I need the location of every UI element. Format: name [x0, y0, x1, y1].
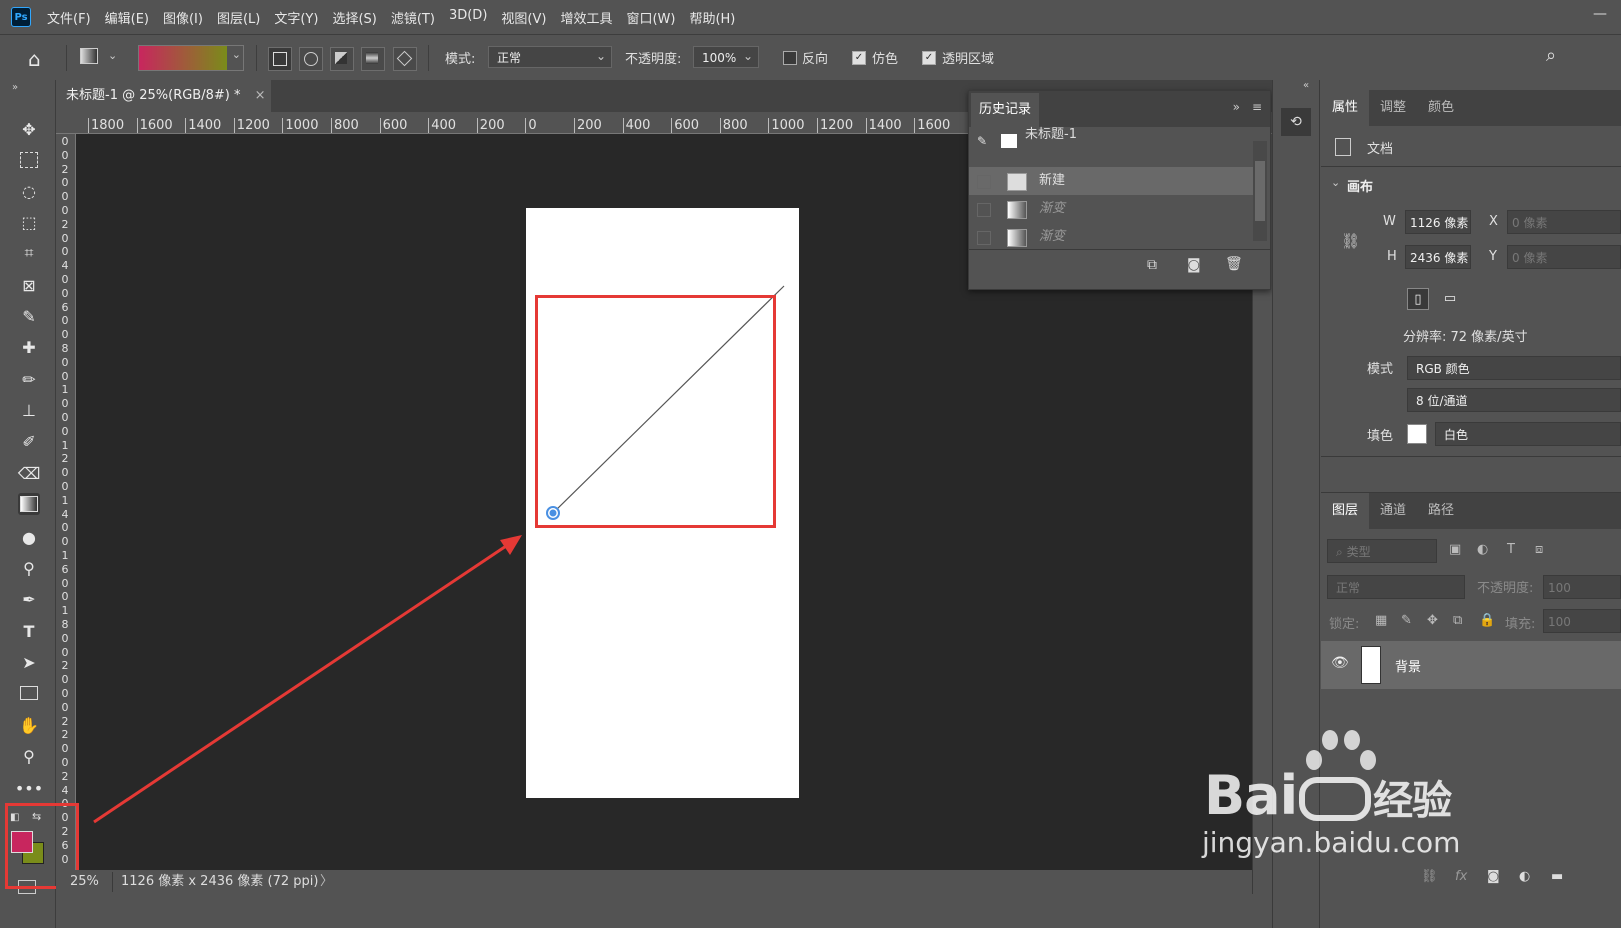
gradient-state-icon	[1007, 229, 1027, 247]
layers-tab-bar: 图层 通道 路径	[1321, 493, 1621, 529]
properties-panel: 属性 调整 颜色 文档 ⌄ 画布 W 1126 像素 X 0 像素 ⛓ H 24…	[1321, 80, 1621, 492]
fill-label: 填充:	[1505, 617, 1536, 632]
fill-select[interactable]: 白色	[1435, 422, 1621, 446]
height-field[interactable]: 2436 像素	[1405, 245, 1471, 269]
bit-depth-select[interactable]: 8 位/通道	[1407, 388, 1621, 412]
history-state-label: 新建	[1039, 173, 1066, 188]
lock-artboard-icon[interactable]: ⧉	[1453, 613, 1462, 628]
status-bar: 25% 1126 像素 x 2436 像素 (72 ppi) 〉	[56, 870, 1252, 894]
annotation-arrow	[93, 540, 513, 824]
gradient-state-icon	[1007, 201, 1027, 219]
history-panel-icon[interactable]: ⟲	[1281, 108, 1311, 136]
portrait-orientation-icon[interactable]: ▯	[1407, 288, 1429, 310]
layer-filter-placeholder: 类型	[1346, 545, 1371, 559]
fill-swatch[interactable]	[1407, 424, 1427, 444]
link-layers-icon[interactable]: ⛓	[1421, 869, 1438, 884]
annotation-arrow-head	[500, 535, 522, 555]
watermark-brand-left: Bai	[1204, 764, 1298, 827]
layer-effects-icon[interactable]: fx	[1455, 869, 1467, 884]
new-document-from-state-icon[interactable]: ⧉	[1147, 257, 1157, 273]
tab-adjustments[interactable]: 调整	[1369, 90, 1417, 126]
history-source-checkbox[interactable]	[977, 231, 991, 245]
tab-layers[interactable]: 图层	[1321, 493, 1369, 529]
status-menu-arrow[interactable]: 〉	[320, 870, 333, 894]
panel-menu-icon[interactable]: ≡	[1252, 100, 1262, 114]
history-brush-source-icon[interactable]: ✎	[977, 127, 987, 155]
snapshot-thumbnail	[1001, 134, 1017, 148]
history-state[interactable]: 渐变	[969, 223, 1254, 251]
watermark-url: jingyan.baidu.com	[1202, 826, 1461, 859]
document-label: 文档	[1367, 142, 1394, 157]
adjustment-filter-icon[interactable]: ◐	[1477, 542, 1488, 557]
y-field[interactable]: 0 像素	[1507, 245, 1621, 269]
layer-fill-input[interactable]: 100	[1543, 609, 1621, 633]
history-state-label: 渐变	[1039, 229, 1066, 244]
lock-pixels-icon[interactable]: ✎	[1401, 613, 1412, 628]
chevron-down-icon[interactable]: ⌄	[1331, 176, 1340, 189]
lock-all-icon[interactable]: 🔒	[1479, 613, 1495, 628]
tab-properties[interactable]: 属性	[1321, 90, 1369, 126]
layer-row-background[interactable]: 👁 背景	[1321, 641, 1621, 689]
search-icon: ⌕	[1336, 545, 1343, 559]
eye-icon[interactable]: 👁	[1331, 655, 1349, 671]
history-panel: 历史记录 » ≡ ✎ 未标题-1 新建 渐变 渐变 ⧉ ◙ 🗑	[968, 90, 1271, 290]
x-field[interactable]: 0 像素	[1507, 210, 1621, 234]
document-new-icon	[1007, 173, 1027, 191]
annotation-highlight-gradient	[535, 295, 776, 528]
adjustment-layer-icon[interactable]: ◐	[1519, 869, 1530, 884]
fill-label: 填色	[1367, 429, 1394, 444]
layer-filter-select[interactable]: ⌕ 类型	[1327, 539, 1437, 563]
lock-position-icon[interactable]: ✥	[1427, 613, 1438, 628]
layer-opacity-label: 不透明度:	[1477, 581, 1534, 596]
layer-blend-mode-select[interactable]: 正常	[1327, 575, 1465, 599]
collapse-arrows-icon[interactable]: »	[1233, 100, 1240, 114]
document-size-status: 1126 像素 x 2436 像素 (72 ppi)	[121, 874, 319, 889]
canvas-section-label: 画布	[1347, 180, 1374, 195]
history-panel-header: 历史记录 » ≡	[969, 91, 1270, 127]
landscape-orientation-icon[interactable]: ▭	[1439, 288, 1461, 310]
link-icon[interactable]: ⛓	[1341, 232, 1360, 250]
width-field[interactable]: 1126 像素	[1405, 210, 1471, 234]
lock-label: 锁定:	[1329, 617, 1360, 632]
layer-name: 背景	[1395, 660, 1422, 675]
resolution-text: 分辨率: 72 像素/英寸	[1403, 330, 1528, 345]
zoom-level[interactable]: 25%	[70, 870, 99, 894]
layer-thumbnail	[1361, 646, 1381, 684]
history-source-checkbox[interactable]	[977, 203, 991, 217]
y-label: Y	[1489, 249, 1497, 264]
history-state[interactable]: 新建	[969, 167, 1254, 195]
properties-tab-bar: 属性 调整 颜色	[1321, 90, 1621, 126]
tab-paths[interactable]: 路径	[1417, 493, 1465, 529]
layer-opacity-input[interactable]: 100	[1543, 575, 1621, 599]
history-state-label: 渐变	[1039, 201, 1066, 216]
watermark-brand-right: 经验	[1373, 778, 1452, 824]
layer-mask-icon[interactable]: ◙	[1487, 869, 1500, 884]
color-mode-select[interactable]: RGB 颜色	[1407, 356, 1621, 380]
snapshot-label: 未标题-1	[1025, 127, 1077, 142]
image-filter-icon[interactable]: ▣	[1449, 542, 1461, 557]
trash-icon[interactable]: 🗑	[1225, 256, 1243, 272]
history-snapshot[interactable]: ✎ 未标题-1	[969, 127, 1254, 155]
folder-icon[interactable]: ▬	[1551, 869, 1563, 884]
camera-icon[interactable]: ◙	[1187, 257, 1201, 273]
collapse-arrows-icon[interactable]: «	[1303, 80, 1309, 91]
width-label: W	[1383, 214, 1396, 229]
paw-du-icon	[1299, 777, 1372, 822]
type-filter-icon[interactable]: T	[1507, 542, 1515, 557]
mode-label: 模式	[1367, 362, 1394, 377]
history-state[interactable]: 渐变	[969, 195, 1254, 223]
lock-transparent-icon[interactable]: ▦	[1375, 613, 1387, 628]
tab-channels[interactable]: 通道	[1369, 493, 1417, 529]
baidu-jingyan-watermark: Bai 经验 jingyan.baidu.com	[1200, 730, 1500, 870]
tab-color[interactable]: 颜色	[1417, 90, 1465, 126]
history-scrollbar[interactable]	[1253, 141, 1267, 241]
shape-filter-icon[interactable]: ⧈	[1535, 542, 1543, 557]
document-icon	[1335, 138, 1351, 156]
x-label: X	[1489, 214, 1498, 229]
history-source-checkbox[interactable]	[977, 175, 991, 189]
height-label: H	[1387, 249, 1397, 264]
